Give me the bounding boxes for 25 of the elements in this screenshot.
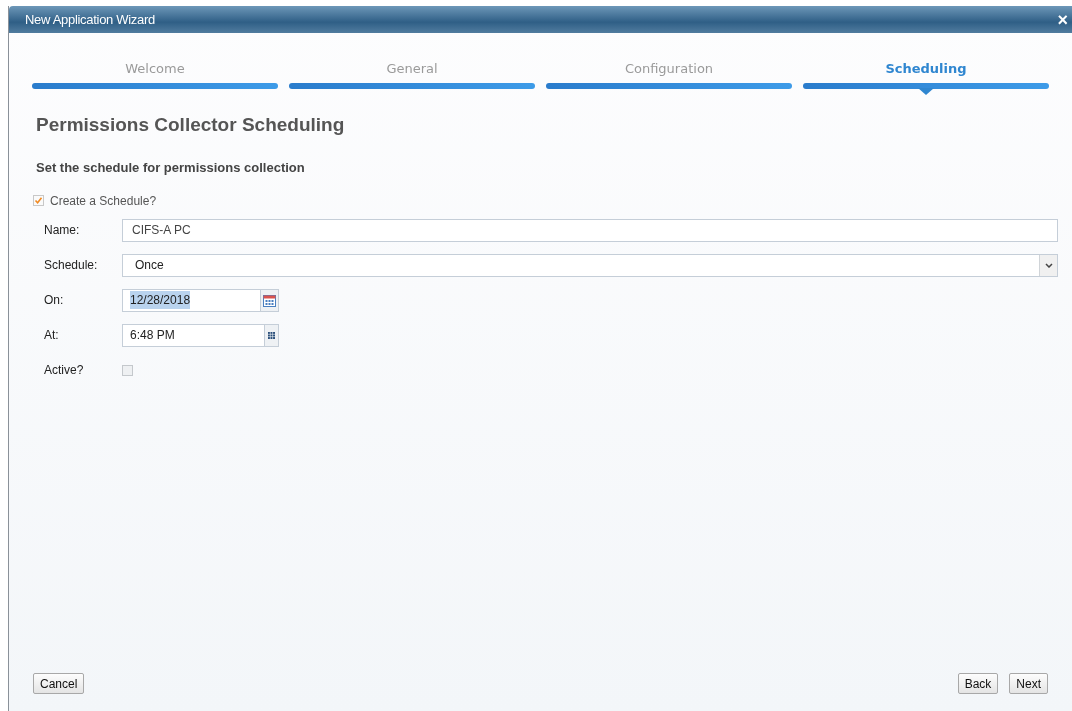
field-label: Name:: [44, 222, 81, 239]
wizard-step[interactable]: Scheduling: [803, 59, 1049, 95]
checkbox[interactable]: [33, 195, 44, 206]
pointer-icon: [918, 87, 934, 95]
checkbox[interactable]: [122, 364, 133, 376]
name-field[interactable]: CIFS-A PC: [122, 218, 1058, 242]
field-label: At:: [44, 327, 60, 344]
chevron-icon: [1039, 254, 1057, 276]
close-button[interactable]: ×: [1057, 10, 1068, 29]
page-heading: Permissions Collector Scheduling: [36, 112, 346, 137]
checkbox-label: Create a Schedule?: [50, 192, 157, 210]
date-field[interactable]: 12/28/2018: [122, 288, 261, 312]
wizard-button[interactable]: Next: [1009, 673, 1048, 694]
window-title: New Application Wizard: [25, 10, 155, 29]
grid-icon[interactable]: [265, 323, 279, 347]
field-label: Active?: [44, 362, 85, 379]
wizard-button[interactable]: Back: [957, 673, 999, 694]
date-value: 12/28/2018: [130, 291, 191, 309]
schedule-dropdown[interactable]: Once: [122, 253, 1058, 277]
field-label: Schedule:: [44, 257, 99, 274]
time-field[interactable]: 6:48 PM: [122, 323, 265, 347]
page-subheading: Set the schedule for permissions collection: [36, 159, 306, 177]
wizard-button[interactable]: Cancel: [33, 673, 85, 694]
calendar-icon[interactable]: [261, 288, 279, 312]
field-label: On:: [44, 292, 65, 309]
